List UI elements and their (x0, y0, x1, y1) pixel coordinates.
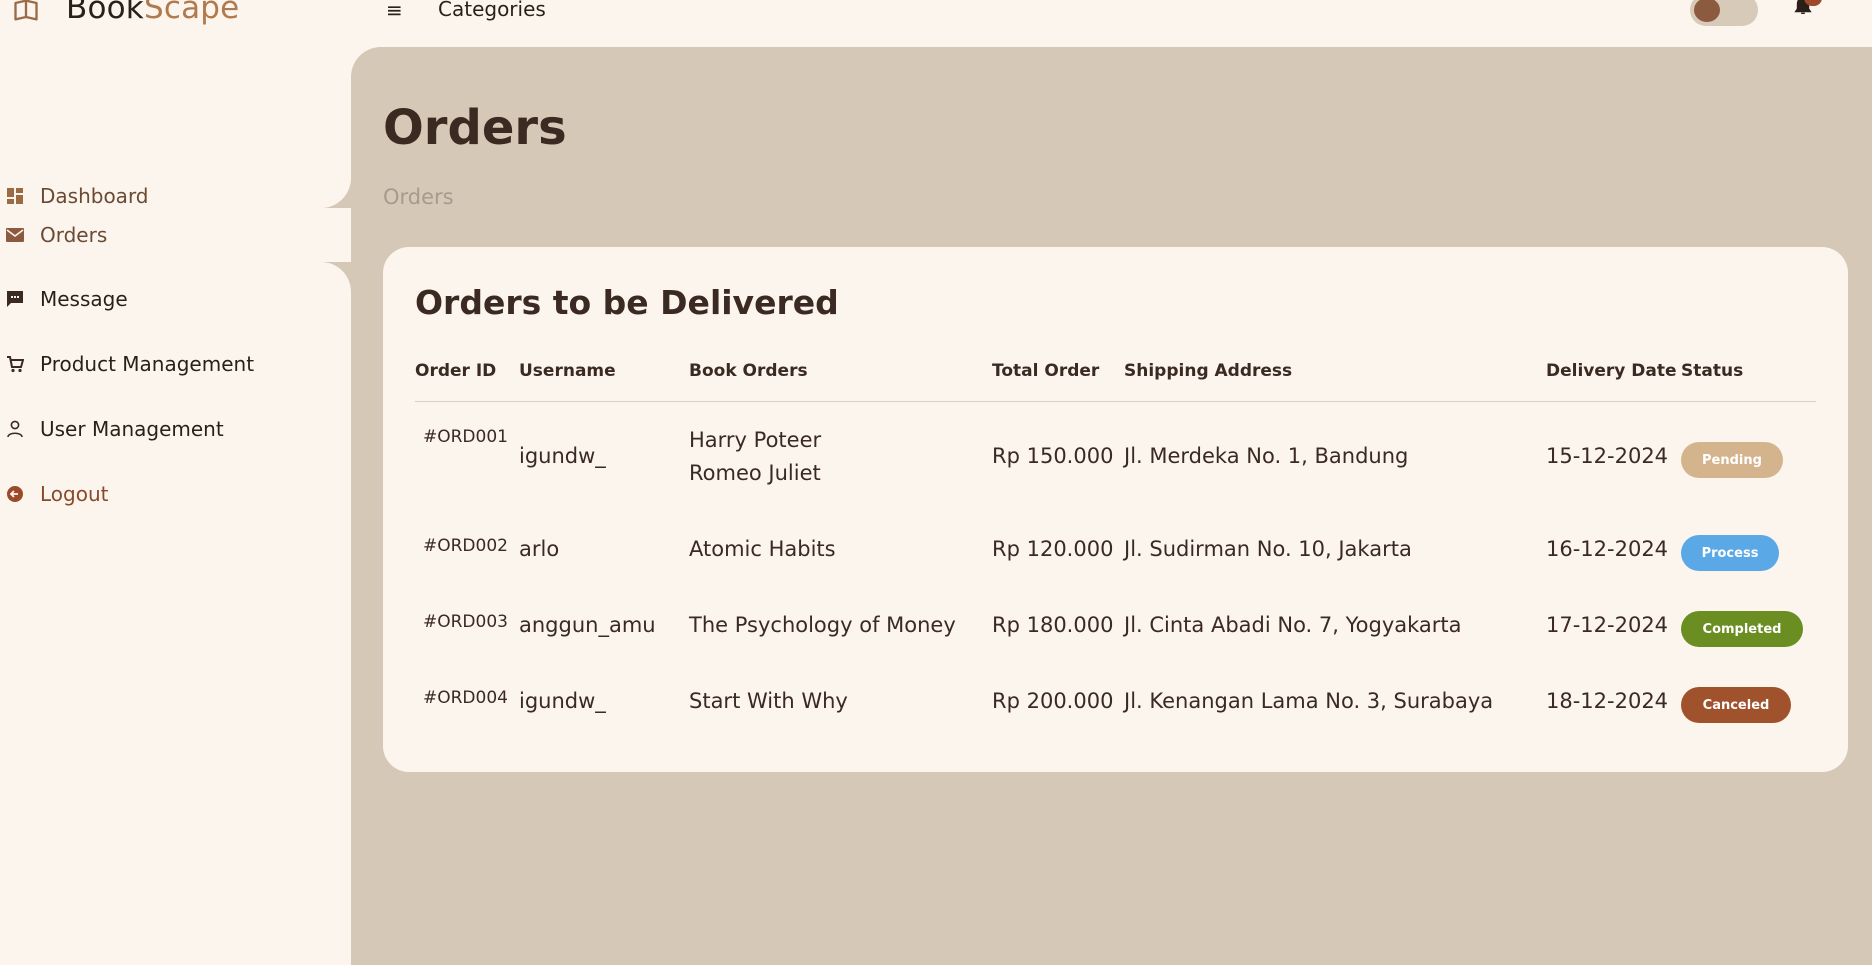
column-header-total-order: Total Order (992, 361, 1100, 381)
book-title: The Psychology of Money (689, 613, 956, 637)
order-id: #ORD004 (423, 688, 508, 708)
message-icon (6, 290, 24, 308)
brand-name[interactable]: BookScape (66, 0, 239, 26)
table-header-divider (415, 401, 1816, 402)
brand-part-1: Book (66, 0, 144, 26)
card-title: Orders to be Delivered (415, 283, 839, 322)
column-header-delivery-date: Delivery Date (1546, 361, 1677, 381)
sidebar-item-orders[interactable]: Orders (0, 209, 346, 261)
order-id: #ORD002 (423, 536, 508, 556)
status-badge[interactable]: Process (1681, 535, 1779, 571)
mail-icon (6, 226, 24, 244)
book-title: Romeo Juliet (689, 461, 821, 485)
sidebar-item-label: Product Management (40, 352, 255, 376)
status-badge[interactable]: Completed (1681, 611, 1803, 647)
sidebar-item-label: Orders (40, 223, 108, 247)
page-title: Orders (383, 100, 567, 156)
sidebar-item-label: Dashboard (40, 184, 149, 208)
total-order: Rp 180.000 (992, 613, 1114, 637)
column-header-status: Status (1681, 361, 1744, 381)
sidebar-item-label: User Management (40, 417, 224, 441)
sidebar-item-user-management[interactable]: User Management (0, 403, 346, 455)
username: arlo (519, 537, 560, 561)
username: anggun_amu (519, 613, 656, 637)
order-id: #ORD001 (423, 427, 508, 447)
book-logo-icon (14, 0, 38, 21)
status-badge[interactable]: Canceled (1681, 687, 1791, 723)
shipping-address: Jl. Sudirman No. 10, Jakarta (1124, 537, 1412, 561)
top-bar: BookScape ≡ Categories 3 (0, 0, 1872, 48)
shipping-address: Jl. Merdeka No. 1, Bandung (1124, 444, 1409, 468)
cart-icon (6, 355, 24, 373)
sidebar: Dashboard Orders Message Product Managem… (0, 48, 351, 965)
user-icon (6, 420, 24, 438)
hamburger-menu-icon[interactable]: ≡ (386, 0, 403, 22)
order-id: #ORD003 (423, 612, 508, 632)
sidebar-item-message[interactable]: Message (0, 273, 346, 325)
column-header-book-orders: Book Orders (689, 361, 808, 381)
shipping-address: Jl. Kenangan Lama No. 3, Surabaya (1124, 689, 1494, 713)
categories-link[interactable]: Categories (438, 0, 546, 21)
theme-toggle[interactable] (1690, 0, 1758, 26)
total-order: Rp 150.000 (992, 444, 1114, 468)
total-order: Rp 120.000 (992, 537, 1114, 561)
book-title: Start With Why (689, 689, 848, 713)
column-header-order-id: Order ID (415, 361, 497, 381)
sidebar-item-product-management[interactable]: Product Management (0, 338, 346, 390)
dashboard-icon (6, 187, 24, 205)
book-title: Harry Poteer (689, 428, 822, 452)
delivery-date: 16-12-2024 (1546, 537, 1669, 561)
username: igundw_ (519, 444, 606, 468)
sidebar-item-label: Message (40, 287, 128, 311)
breadcrumb[interactable]: Orders (383, 185, 454, 209)
delivery-date: 18-12-2024 (1546, 689, 1669, 713)
shipping-address: Jl. Cinta Abadi No. 7, Yogyakarta (1124, 613, 1462, 637)
username: igundw_ (519, 689, 606, 713)
sidebar-item-logout[interactable]: Logout (0, 468, 346, 520)
brand-part-2: Scape (143, 0, 240, 26)
column-header-username: Username (519, 361, 616, 381)
delivery-date: 17-12-2024 (1546, 613, 1669, 637)
book-title: Atomic Habits (689, 537, 836, 561)
total-order: Rp 200.000 (992, 689, 1114, 713)
status-badge[interactable]: Pending (1681, 442, 1783, 478)
orders-card: Orders to be Delivered Order ID Username… (383, 247, 1848, 772)
sidebar-item-label: Logout (40, 482, 109, 506)
toggle-knob (1694, 0, 1720, 22)
delivery-date: 15-12-2024 (1546, 444, 1669, 468)
logout-icon (6, 485, 24, 503)
column-header-shipping-address: Shipping Address (1124, 361, 1293, 381)
